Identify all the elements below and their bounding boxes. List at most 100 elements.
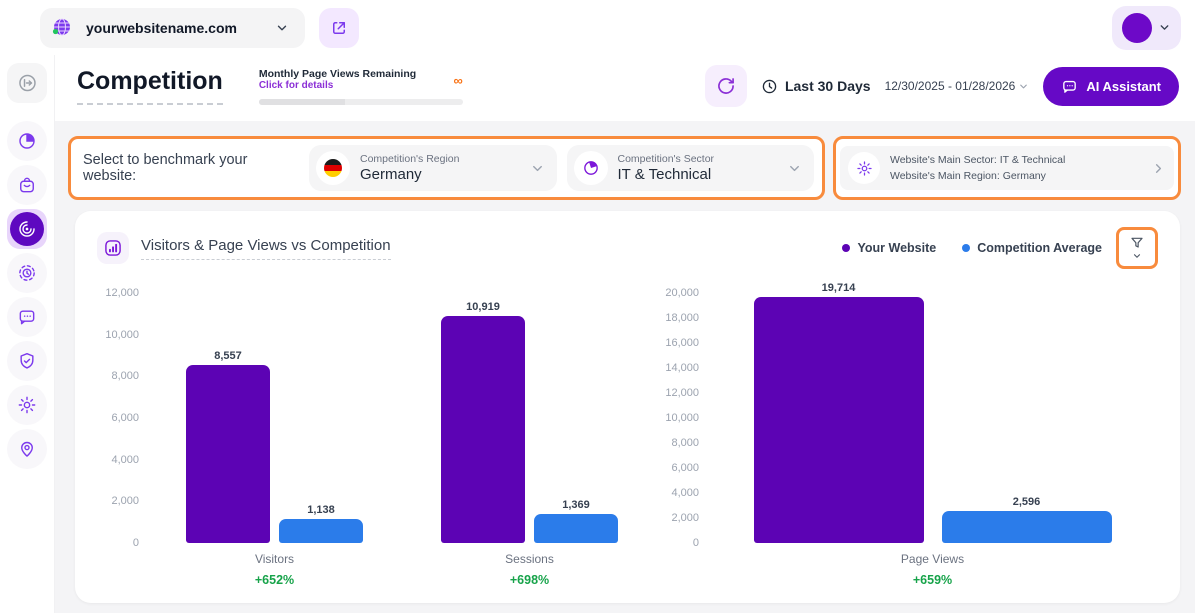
sidebar-expand-button[interactable]: [7, 63, 47, 103]
date-range-selector[interactable]: 12/30/2025 - 01/28/2026: [885, 79, 1030, 93]
y-axis-tick: 4,000: [111, 454, 139, 466]
website-settings-link[interactable]: Website's Main Sector: IT & Technical We…: [840, 146, 1174, 191]
chat-icon: [17, 307, 37, 327]
sidebar-item-target[interactable]: [7, 253, 47, 293]
bar-competition-average-page-views[interactable]: [942, 511, 1112, 543]
germany-flag-icon: [316, 151, 350, 185]
legend-label: Competition Average: [977, 241, 1102, 255]
bag-icon: [17, 175, 37, 195]
plot-area: 8,5571,138Visitors+652%10,9191,369Sessio…: [147, 293, 657, 587]
legend-dot: [962, 244, 970, 252]
grouped-bar-chart: 12,00010,0008,0006,0004,0002,00008,5571,…: [97, 293, 1158, 587]
bar-group-sessions: 10,9191,369 Sessions +698%: [441, 293, 618, 587]
location-pin-icon: [17, 439, 37, 459]
y-axis-tick: 14,000: [665, 362, 699, 374]
bar-your-website-page-views[interactable]: [754, 297, 924, 543]
region-dropdown-value: Germany: [360, 166, 459, 183]
top-bar: yourwebsitename.com: [0, 0, 1195, 55]
bar-column: 8,557: [186, 350, 270, 543]
y-axis: 20,00018,00016,00014,00012,00010,0008,00…: [657, 293, 707, 543]
y-axis-tick: 12,000: [105, 287, 139, 299]
pie-chart-icon: [17, 131, 37, 151]
legend-item-competition-average[interactable]: Competition Average: [962, 241, 1102, 255]
delta-label-page-views: +659%: [913, 573, 952, 587]
sidebar-item-settings[interactable]: [7, 385, 47, 425]
sidebar-item-chat[interactable]: [7, 297, 47, 337]
y-axis-tick: 4,000: [671, 487, 699, 499]
legend-label: Your Website: [857, 241, 936, 255]
funnel-filter-icon: [1129, 235, 1145, 251]
delta-label-sessions: +698%: [510, 573, 549, 587]
page-header: Competition Monthly Page Views Remaining…: [55, 55, 1195, 121]
y-axis-tick: 6,000: [111, 412, 139, 424]
bar-your-website-sessions[interactable]: [441, 316, 525, 543]
bar-chart-icon: [97, 232, 129, 264]
website-main-region: Website's Main Region: Germany: [890, 168, 1065, 184]
period-selector[interactable]: Last 30 Days: [761, 78, 871, 95]
region-dropdown[interactable]: Competition's Region Germany: [309, 145, 557, 191]
period-label: Last 30 Days: [785, 78, 871, 94]
user-menu[interactable]: [1112, 6, 1181, 50]
plot-area: 19,7142,596Page Views+659%: [707, 293, 1158, 587]
sector-dropdown[interactable]: Competition's Sector IT & Technical: [567, 145, 815, 191]
region-dropdown-label: Competition's Region: [360, 153, 459, 165]
pageviews-progress-bar: [259, 99, 463, 105]
chart-title: Visitors & Page Views vs Competition: [141, 237, 391, 260]
benchmark-selectors: Select to benchmark your website: Compet…: [68, 136, 825, 200]
bar-value-label: 2,596: [1013, 496, 1041, 508]
bar-competition-average-visitors[interactable]: [279, 519, 363, 543]
y-axis-tick: 20,000: [665, 287, 699, 299]
benchmark-prompt: Select to benchmark your website:: [83, 152, 299, 184]
delta-label-visitors: +652%: [255, 573, 294, 587]
gear-icon: [848, 152, 880, 184]
y-axis-tick: 16,000: [665, 337, 699, 349]
legend-dot: [842, 244, 850, 252]
pageviews-remaining-widget: Monthly Page Views Remaining Click for d…: [259, 68, 463, 105]
sidebar-item-shield[interactable]: [7, 341, 47, 381]
bar-column: 1,369: [534, 499, 618, 543]
sidebar-item-location[interactable]: [7, 429, 47, 469]
bar-column: 1,138: [279, 504, 363, 543]
bars-row: 10,9191,369: [441, 293, 618, 543]
ai-assistant-button[interactable]: AI Assistant: [1043, 67, 1179, 106]
website-selector[interactable]: yourwebsitename.com: [40, 8, 305, 48]
bar-your-website-visitors[interactable]: [186, 365, 270, 543]
chat-bubble-icon: [1061, 78, 1078, 95]
pageviews-progress-fill: [259, 99, 345, 105]
y-axis-tick: 6,000: [671, 462, 699, 474]
chevron-down-icon: [1018, 81, 1029, 92]
pageviews-widget-title: Monthly Page Views Remaining: [259, 68, 416, 80]
chart-panel: 12,00010,0008,0006,0004,0002,00008,5571,…: [97, 293, 657, 587]
click-for-details-link[interactable]: Click for details: [259, 80, 416, 91]
y-axis-tick: 8,000: [671, 437, 699, 449]
infinity-icon: ∞: [454, 74, 463, 87]
chevron-down-icon: [787, 161, 802, 176]
chart-filter-button[interactable]: [1116, 227, 1158, 269]
chart-legend: Your Website Competition Average: [842, 241, 1102, 255]
y-axis-tick: 10,000: [665, 412, 699, 424]
bar-value-label: 19,714: [822, 282, 856, 294]
shield-check-icon: [17, 351, 37, 371]
selected-domain: yourwebsitename.com: [86, 20, 237, 36]
refresh-icon: [716, 76, 736, 96]
bar-value-label: 1,369: [562, 499, 590, 511]
bar-group-page-views: 19,7142,596Page Views+659%: [754, 293, 1112, 587]
sidebar-item-bag[interactable]: [7, 165, 47, 205]
sidebar-item-pie-chart[interactable]: [7, 121, 47, 161]
avatar: [1122, 13, 1152, 43]
bar-competition-average-sessions[interactable]: [534, 514, 618, 543]
chevron-down-icon: [1158, 21, 1171, 34]
legend-item-your-website[interactable]: Your Website: [842, 241, 936, 255]
sidebar-item-competition[interactable]: [7, 209, 47, 249]
open-website-button[interactable]: [319, 8, 359, 48]
date-range-text: 12/30/2025 - 01/28/2026: [885, 79, 1016, 93]
y-axis: 12,00010,0008,0006,0004,0002,0000: [97, 293, 147, 543]
y-axis-tick: 0: [133, 537, 139, 549]
sector-dropdown-label: Competition's Sector: [618, 153, 715, 165]
sidebar-expand-icon: [16, 72, 38, 94]
refresh-button[interactable]: [705, 65, 747, 107]
bars-row: 8,5571,138: [186, 293, 363, 543]
y-axis-tick: 12,000: [665, 387, 699, 399]
bar-column: 19,714: [754, 282, 924, 543]
category-label-sessions: Sessions: [505, 552, 554, 566]
